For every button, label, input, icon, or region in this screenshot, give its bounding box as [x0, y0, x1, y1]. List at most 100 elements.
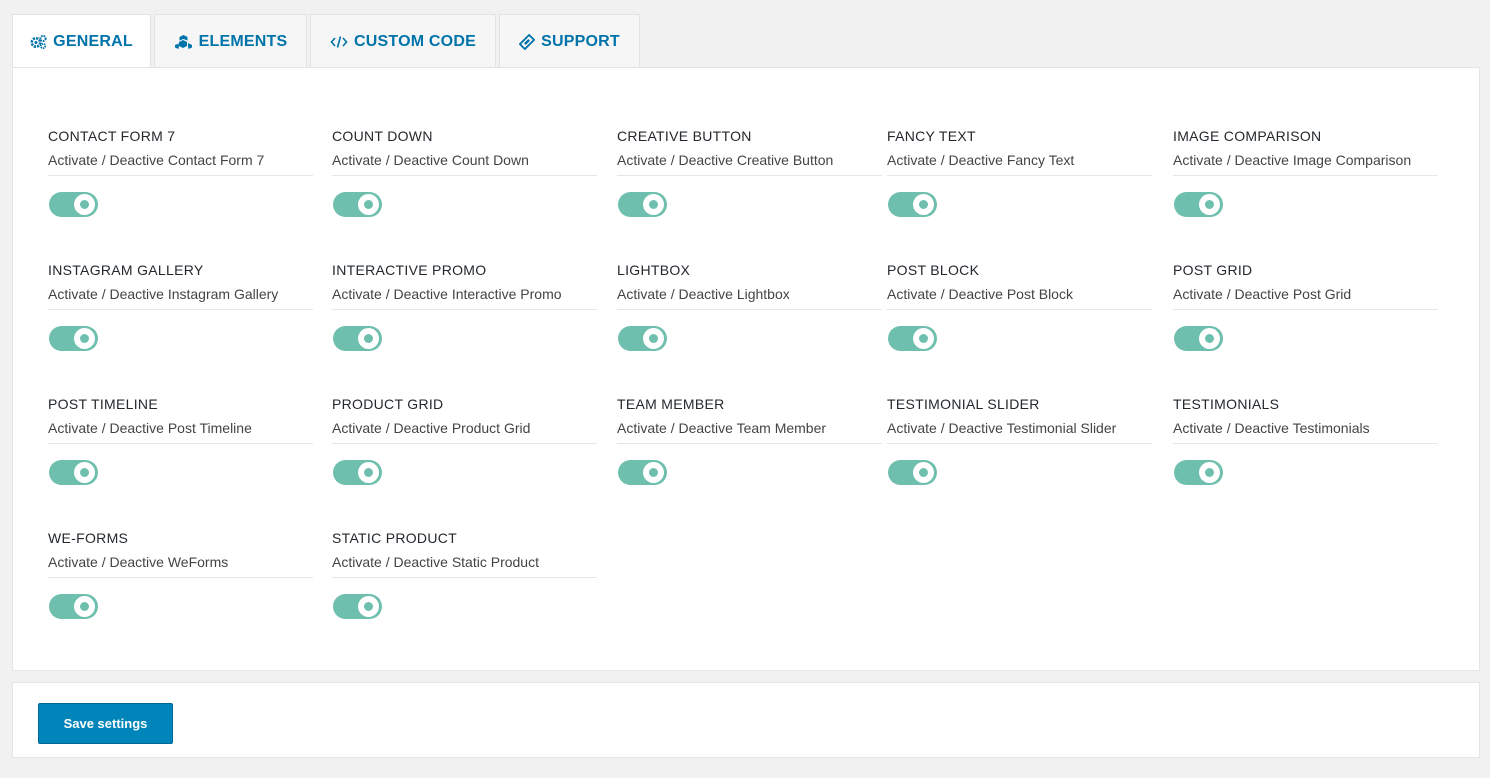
toggle-knob: [74, 596, 95, 617]
tab-general[interactable]: GENERAL: [12, 14, 151, 69]
element-description: Activate / Deactive Static Product: [332, 554, 539, 570]
toggle-knob: [913, 194, 934, 215]
element-description: Activate / Deactive Fancy Text: [887, 152, 1075, 168]
element-title: POST TIMELINE: [48, 396, 158, 412]
toggle-team-member[interactable]: [618, 460, 667, 485]
toggle-instagram-gallery[interactable]: [49, 326, 98, 351]
toggle-knob: [74, 328, 95, 349]
element-creative-button: CREATIVE BUTTON Activate / Deactive Creat…: [617, 126, 882, 217]
element-title: CONTACT FORM 7: [48, 128, 176, 144]
toggle-image-comparison[interactable]: [1174, 192, 1223, 217]
element-product-grid: PRODUCT GRID Activate / Deactive Product …: [332, 394, 597, 485]
divider: [332, 309, 597, 310]
element-description: Activate / Deactive Post Grid: [1173, 286, 1352, 302]
toggle-post-timeline[interactable]: [49, 460, 98, 485]
element-image-comparison: IMAGE COMPARISON Activate / Deactive Imag…: [1173, 126, 1438, 217]
divider: [887, 443, 1152, 444]
divider: [1173, 175, 1438, 176]
ticket-icon: [519, 33, 536, 50]
toggle-interactive-promo[interactable]: [333, 326, 382, 351]
element-description: Activate / Deactive Contact Form 7: [48, 152, 265, 168]
divider: [48, 309, 313, 310]
element-description: Activate / Deactive WeForms: [48, 554, 229, 570]
cubes-icon: [174, 34, 193, 50]
toggle-fancy-text[interactable]: [888, 192, 937, 217]
divider: [332, 443, 597, 444]
element-description: Activate / Deactive Image Comparison: [1173, 152, 1412, 168]
element-title: TESTIMONIALS: [1173, 396, 1280, 412]
element-testimonial-slider: TESTIMONIAL SLIDER Activate / Deactive Te…: [887, 394, 1152, 485]
toggle-knob: [1199, 328, 1220, 349]
element-description: Activate / Deactive Post Timeline: [48, 420, 252, 436]
elements-panel: CONTACT FORM 7 Activate / Deactive Contac…: [12, 67, 1480, 671]
element-title: PRODUCT GRID: [332, 396, 444, 412]
toggle-knob: [358, 462, 379, 483]
tab-elements[interactable]: ELEMENTS: [154, 14, 307, 68]
element-we-forms: WE-FORMS Activate / Deactive WeForms: [48, 528, 313, 619]
element-description: Activate / Deactive Post Block: [887, 286, 1073, 302]
element-testimonials: TESTIMONIALS Activate / Deactive Testimon…: [1173, 394, 1438, 485]
element-description: Activate / Deactive Lightbox: [617, 286, 790, 302]
toggle-knob: [643, 194, 664, 215]
toggle-knob: [358, 596, 379, 617]
toggle-testimonial-slider[interactable]: [888, 460, 937, 485]
element-interactive-promo: INTERACTIVE PROMO Activate / Deactive Int…: [332, 260, 597, 351]
tab-custom-code-label: CUSTOM CODE: [354, 32, 476, 50]
divider: [332, 577, 597, 578]
element-title: FANCY TEXT: [887, 128, 976, 144]
element-title: INSTAGRAM GALLERY: [48, 262, 204, 278]
divider: [332, 175, 597, 176]
tab-support[interactable]: SUPPORT: [499, 14, 640, 68]
toggle-knob: [913, 462, 934, 483]
divider: [617, 309, 882, 310]
tab-general-label: GENERAL: [53, 33, 133, 50]
element-description: Activate / Deactive Instagram Gallery: [48, 286, 279, 302]
divider: [1173, 309, 1438, 310]
toggle-knob: [358, 194, 379, 215]
element-instagram-gallery: INSTAGRAM GALLERY Activate / Deactive Ins…: [48, 260, 313, 351]
toggle-count-down[interactable]: [333, 192, 382, 217]
tab-support-label: SUPPORT: [541, 32, 620, 50]
toggle-product-grid[interactable]: [333, 460, 382, 485]
divider: [48, 577, 313, 578]
toggle-contact-form-7[interactable]: [49, 192, 98, 217]
toggle-post-block[interactable]: [888, 326, 937, 351]
toggle-lightbox[interactable]: [618, 326, 667, 351]
element-title: LIGHTBOX: [617, 262, 691, 278]
toggle-testimonials[interactable]: [1174, 460, 1223, 485]
toggle-knob: [358, 328, 379, 349]
element-lightbox: LIGHTBOX Activate / Deactive Lightbox: [617, 260, 882, 351]
tab-elements-label: ELEMENTS: [198, 32, 288, 50]
divider: [48, 443, 313, 444]
toggle-knob: [1199, 194, 1220, 215]
toggle-static-product[interactable]: [333, 594, 382, 619]
divider: [48, 175, 313, 176]
toggle-knob: [643, 462, 664, 483]
element-static-product: STATIC PRODUCT Activate / Deactive Static…: [332, 528, 597, 619]
code-icon: [330, 35, 348, 49]
element-title: CREATIVE BUTTON: [617, 128, 752, 144]
element-title: STATIC PRODUCT: [332, 530, 458, 546]
element-post-grid: POST GRID Activate / Deactive Post Grid: [1173, 260, 1438, 351]
gears-icon: [30, 35, 47, 49]
toggle-we-forms[interactable]: [49, 594, 98, 619]
toggle-knob: [74, 194, 95, 215]
toggle-post-grid[interactable]: [1174, 326, 1223, 351]
toggle-creative-button[interactable]: [618, 192, 667, 217]
element-fancy-text: FANCY TEXT Activate / Deactive Fancy Text: [887, 126, 1152, 217]
element-post-block: POST BLOCK Activate / Deactive Post Block: [887, 260, 1152, 351]
divider: [617, 175, 882, 176]
toggle-knob: [1199, 462, 1220, 483]
element-count-down: COUNT DOWN Activate / Deactive Count Down: [332, 126, 597, 217]
element-title: POST BLOCK: [887, 262, 980, 278]
divider: [1173, 443, 1438, 444]
element-title: TEAM MEMBER: [617, 396, 725, 412]
divider: [887, 175, 1152, 176]
element-title: WE-FORMS: [48, 530, 129, 546]
divider: [617, 443, 882, 444]
element-description: Activate / Deactive Count Down: [332, 152, 529, 168]
element-title: COUNT DOWN: [332, 128, 433, 144]
save-settings-button[interactable]: Save settings: [38, 703, 173, 744]
tab-custom-code[interactable]: CUSTOM CODE: [310, 14, 496, 68]
element-title: POST GRID: [1173, 262, 1253, 278]
